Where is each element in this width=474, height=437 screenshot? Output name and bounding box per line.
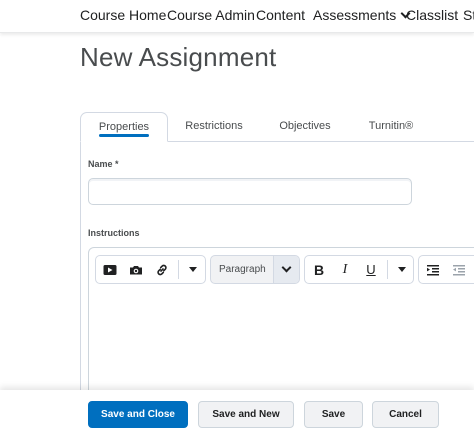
save-button[interactable]: Save [304, 401, 363, 428]
link-icon [157, 264, 167, 275]
insert-image-button[interactable] [123, 256, 149, 283]
chevron-down-icon [281, 262, 292, 273]
tab-turnitin[interactable]: Turnitin® [352, 112, 430, 142]
bold-button[interactable]: B [306, 256, 332, 283]
nav-content[interactable]: Content [256, 7, 305, 23]
paragraph-format-select[interactable]: Paragraph [210, 255, 300, 284]
toolbar-separator [387, 260, 388, 279]
insert-video-button[interactable] [97, 256, 123, 283]
video-icon [103, 264, 117, 275]
paragraph-format-value: Paragraph [219, 264, 266, 275]
tab-properties-label: Properties [98, 121, 150, 133]
insert-toolbar-group [95, 255, 206, 284]
save-and-close-button[interactable]: Save and Close [88, 401, 188, 428]
outdent-button[interactable] [446, 256, 472, 283]
nav-course-home[interactable]: Course Home [80, 7, 166, 23]
camera-icon [130, 265, 142, 274]
insert-more-button[interactable] [180, 256, 206, 283]
insert-link-button[interactable] [149, 256, 175, 283]
active-tab-indicator [99, 134, 149, 137]
nav-classlist[interactable]: Classlist [406, 7, 458, 23]
cancel-button[interactable]: Cancel [372, 401, 439, 428]
underline-button[interactable]: U [358, 256, 384, 283]
indent-button[interactable] [420, 256, 446, 283]
outdent-icon [453, 264, 465, 275]
save-and-new-button[interactable]: Save and New [198, 401, 294, 428]
tab-properties[interactable]: Properties [80, 112, 168, 142]
caret-down-icon [398, 267, 406, 272]
tab-restrictions[interactable]: Restrictions [174, 112, 254, 142]
toolbar-separator [178, 260, 179, 279]
nav-assessments-label: Assessments [313, 7, 397, 23]
caret-down-icon [189, 267, 197, 272]
indent-toolbar-group [418, 255, 474, 284]
format-toolbar-group: B I U [304, 255, 414, 284]
nav-more-cut[interactable]: St [463, 7, 474, 23]
name-label: Name * [88, 159, 119, 169]
indent-icon [427, 264, 439, 275]
nav-assessments[interactable]: Assessments [313, 7, 411, 23]
instructions-label: Instructions [88, 228, 140, 238]
format-more-button[interactable] [389, 256, 415, 283]
tab-objectives[interactable]: Objectives [266, 112, 344, 142]
page-title: New Assignment [80, 42, 277, 72]
course-navbar: Course Home Course Admin Content Assessm… [0, 0, 474, 33]
nav-course-admin[interactable]: Course Admin [167, 7, 255, 23]
panel-border [80, 141, 81, 401]
name-input[interactable] [88, 178, 412, 205]
italic-button[interactable]: I [332, 256, 358, 283]
paragraph-dropdown-toggle[interactable] [273, 256, 299, 283]
